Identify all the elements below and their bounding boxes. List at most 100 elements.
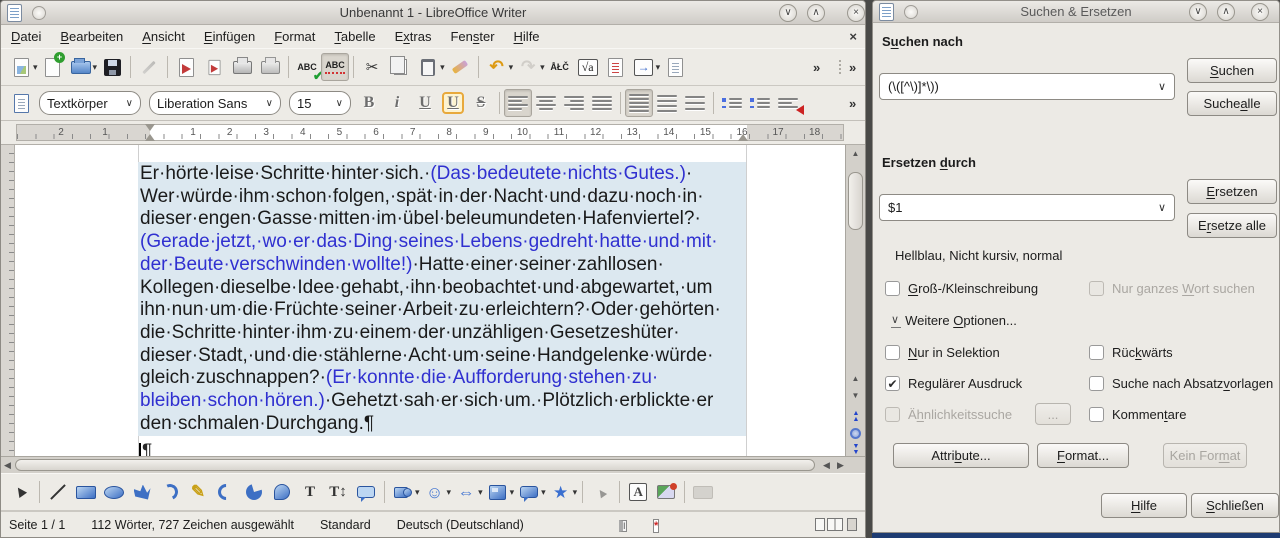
search-all-button[interactable]: Suche a lle <box>1187 91 1277 116</box>
line-spacing-2-button[interactable] <box>681 89 709 117</box>
similarity-label[interactable]: Ähnlichkeitssuche <box>908 407 1012 422</box>
export-pdf-direct-icon[interactable] <box>200 53 228 81</box>
regex-checkbox[interactable]: ✔ <box>885 376 900 391</box>
similarity-checkbox[interactable]: ✔ <box>885 407 900 422</box>
line-spacing-1-button[interactable] <box>625 89 653 117</box>
menu-datei[interactable]: Datei <box>11 29 41 44</box>
save-icon[interactable] <box>98 53 126 81</box>
circle-segment-icon[interactable] <box>268 478 296 506</box>
copy-icon[interactable] <box>386 53 414 81</box>
menu-extras[interactable]: Extras <box>395 29 432 44</box>
search-button[interactable]: Suchen <box>1187 58 1277 83</box>
close-button[interactable]: × <box>847 4 865 22</box>
double-underline-button[interactable]: U <box>439 89 467 117</box>
extrusion-toggle-icon[interactable] <box>689 478 717 506</box>
menu-ansicht[interactable]: Ansicht <box>142 29 185 44</box>
more-options-expander[interactable]: ∨ Weitere Optionen... <box>891 313 1017 328</box>
rectangle-icon[interactable] <box>72 478 100 506</box>
callout-shapes-icon[interactable] <box>515 478 543 506</box>
new-document-icon[interactable] <box>7 53 35 81</box>
attributes-button[interactable]: Attri b ute... <box>893 443 1029 468</box>
previous-page-button[interactable]: ▲ ▲ <box>848 410 864 424</box>
clone-formatting-icon[interactable] <box>446 53 474 81</box>
dialog-close-button[interactable]: × <box>1251 3 1269 21</box>
align-right-button[interactable] <box>560 89 588 117</box>
stars-icon[interactable]: ★ <box>547 478 575 506</box>
match-case-label[interactable]: Groß-/Kleinschreibung <box>908 281 1038 296</box>
replace-all-button[interactable]: Er setze alle <box>1187 213 1277 238</box>
paste-icon[interactable] <box>414 53 442 81</box>
line-spacing-15-button[interactable] <box>653 89 681 117</box>
search-input[interactable]: (\([^\)]*\)) ∨ <box>879 73 1175 100</box>
print-icon[interactable] <box>228 53 256 81</box>
format-button[interactable]: Format... <box>1037 443 1129 468</box>
selection-mode-icon[interactable]: I <box>619 518 627 532</box>
bold-button[interactable]: B <box>355 89 383 117</box>
word-count-status[interactable]: 112 Wörter, 727 Zeichen ausgewählt <box>91 518 294 532</box>
menu-einfuegen[interactable]: Einfügen <box>204 29 255 44</box>
navigator-icon[interactable]: → <box>630 53 658 81</box>
document-text[interactable]: Er·hörte·leise·Schritte·hinter·sich.·(Da… <box>140 163 721 435</box>
cut-icon[interactable]: ✂ <box>358 53 386 81</box>
block-arrows-icon[interactable]: ⇔ <box>452 478 480 506</box>
first-line-indent-marker[interactable] <box>145 124 155 131</box>
basic-shapes-icon[interactable] <box>389 478 417 506</box>
arc-icon[interactable] <box>212 478 240 506</box>
toolbar-overflow-icon[interactable]: » <box>849 96 856 111</box>
document-area[interactable]: Er·hörte·leise·Schritte·hinter·sich.·(Da… <box>1 144 865 456</box>
special-character-icon[interactable]: ÅŁČ <box>546 53 574 81</box>
menu-bearbeiten[interactable]: Bearbeiten <box>60 29 123 44</box>
curve-icon[interactable] <box>156 478 184 506</box>
regex-label[interactable]: Regulärer Ausdruck <box>908 376 1022 391</box>
paragraph-styles-checkbox[interactable]: ✔ <box>1089 376 1104 391</box>
open-icon[interactable] <box>67 53 95 81</box>
match-case-checkbox[interactable]: ✔ <box>885 281 900 296</box>
menu-hilfe[interactable]: Hilfe <box>514 29 540 44</box>
dialog-shade-button[interactable]: ∨ <box>1189 3 1207 21</box>
scroll-up-icon[interactable]: ▲ <box>847 146 864 161</box>
next-page-button[interactable]: ▼ ▼ <box>848 443 864 456</box>
chevron-down-icon[interactable]: ∨ <box>1158 201 1166 214</box>
comments-label[interactable]: Kommentare <box>1112 407 1186 422</box>
underline-button[interactable]: U <box>411 89 439 117</box>
align-center-button[interactable] <box>532 89 560 117</box>
multi-page-view-icon[interactable] <box>824 518 843 534</box>
freeform-line-icon[interactable]: ✎ <box>184 478 212 506</box>
navigation-button[interactable] <box>850 428 861 439</box>
polygon-icon[interactable] <box>128 478 156 506</box>
undo-icon[interactable]: ↶ <box>483 53 511 81</box>
replace-input[interactable]: $1 ∨ <box>879 194 1175 221</box>
backwards-label[interactable]: Rückwärts <box>1112 345 1173 360</box>
find-replace-icon[interactable] <box>602 53 630 81</box>
italic-button[interactable]: i <box>383 89 411 117</box>
redo-icon[interactable]: ↷ <box>514 53 542 81</box>
pie-icon[interactable] <box>240 478 268 506</box>
print-preview-icon[interactable] <box>256 53 284 81</box>
callout-icon[interactable] <box>352 478 380 506</box>
horizontal-scroll-thumb[interactable] <box>15 459 815 471</box>
auto-spellcheck-icon[interactable]: ABC <box>321 53 350 81</box>
export-pdf-icon[interactable] <box>172 53 200 81</box>
book-view-icon[interactable] <box>844 518 857 534</box>
horizontal-ruler[interactable]: 2 1 1 2 3 4 5 6 7 8 9 10 11 12 13 14 15 16 17 18 <box>16 124 844 141</box>
page-number-status[interactable]: Seite 1 / 1 <box>9 518 65 532</box>
new-blank-document-icon[interactable] <box>39 51 67 81</box>
scroll-left-icon[interactable]: ◀ <box>823 458 830 473</box>
formula-icon[interactable]: √a <box>574 53 602 81</box>
decrease-indent-button[interactable] <box>774 89 804 117</box>
justify-button[interactable] <box>588 89 616 117</box>
font-size-select[interactable]: 15 ∨ <box>289 91 351 115</box>
vertical-scroll-thumb[interactable] <box>848 172 863 230</box>
maximize-button[interactable]: ∧ <box>807 4 825 22</box>
horizontal-scrollbar[interactable]: ◀ ◀ ▶ <box>1 456 865 473</box>
ellipse-icon[interactable] <box>100 478 128 506</box>
edit-mode-icon[interactable] <box>135 53 163 81</box>
document-modified-icon[interactable]: * <box>653 518 660 533</box>
nonprinting-characters-icon[interactable] <box>661 53 689 81</box>
whole-words-checkbox[interactable]: ✔ <box>1089 281 1104 296</box>
backwards-checkbox[interactable]: ✔ <box>1089 345 1104 360</box>
scroll-down-icon[interactable]: ▼ <box>847 388 864 403</box>
paragraph-style-select[interactable]: Textkörper ∨ <box>39 91 141 115</box>
strikethrough-button[interactable]: S <box>467 89 495 117</box>
styles-preview-icon[interactable] <box>7 89 35 117</box>
